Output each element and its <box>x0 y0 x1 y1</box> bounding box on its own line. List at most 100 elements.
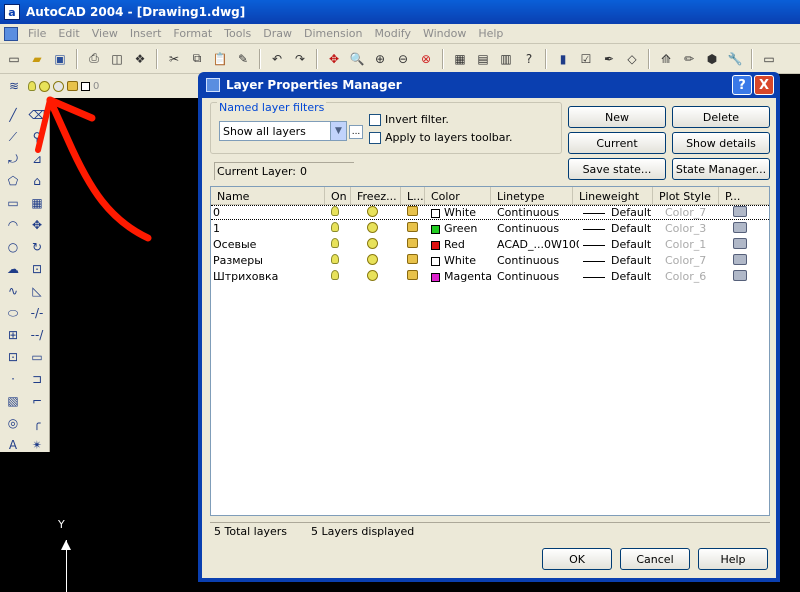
plot-cell[interactable] <box>725 221 769 236</box>
menu-help[interactable]: Help <box>472 27 509 40</box>
design-center-icon[interactable]: ▤ <box>473 49 493 69</box>
invert-filter-checkbox[interactable]: Invert filter. <box>369 113 449 126</box>
plot-preview-icon[interactable]: ◫ <box>107 49 127 69</box>
trim-icon[interactable]: -/- <box>28 304 46 322</box>
column-lock[interactable]: L... <box>401 187 425 205</box>
column-color[interactable]: Color <box>425 187 491 205</box>
linetype-cell[interactable]: Continuous <box>497 254 579 267</box>
color-cell[interactable]: Magenta <box>431 270 497 283</box>
insert-block-icon[interactable]: ⊞ <box>4 326 22 344</box>
help-button[interactable]: Help <box>698 548 768 570</box>
lock-cell[interactable] <box>407 206 431 219</box>
fill-icon[interactable]: ⬢ <box>702 49 722 69</box>
linetype-cell[interactable]: Continuous <box>497 222 579 235</box>
fillet-icon[interactable]: ╭ <box>28 414 46 432</box>
menu-view[interactable]: View <box>86 27 124 40</box>
new-button[interactable]: New <box>568 106 666 128</box>
layer-row[interactable]: Осевые Red ACAD_...0W100 Default Color_1 <box>211 237 769 252</box>
column-freeze[interactable]: Freez... <box>351 187 401 205</box>
lineweight-cell[interactable]: Default <box>579 222 659 235</box>
construction-line-icon[interactable]: ⟋ <box>4 128 22 146</box>
layer-row[interactable]: Размеры White Continuous Default Color_7 <box>211 253 769 268</box>
lock-cell[interactable] <box>407 222 431 235</box>
menu-window[interactable]: Window <box>417 27 472 40</box>
plot-cell[interactable] <box>725 205 769 220</box>
light-bulb-icon[interactable] <box>331 206 339 216</box>
checkbox-icon[interactable] <box>369 113 381 126</box>
join-icon[interactable]: ⊐ <box>28 370 46 388</box>
markup-icon[interactable]: ? <box>519 49 539 69</box>
stretch-icon[interactable]: ◺ <box>28 282 46 300</box>
line-icon[interactable]: ╱ <box>4 106 22 124</box>
ok-button[interactable]: OK <box>542 548 612 570</box>
linetype-cell[interactable]: Continuous <box>497 270 579 283</box>
stop-icon[interactable]: ⊗ <box>416 49 436 69</box>
column-name[interactable]: Name <box>211 187 325 205</box>
pen-icon[interactable]: ✒ <box>599 49 619 69</box>
explode-icon[interactable]: ✴ <box>28 436 46 454</box>
lock-icon[interactable] <box>407 270 418 280</box>
save-state-button[interactable]: Save state... <box>568 158 666 180</box>
light-bulb-icon[interactable] <box>331 222 339 232</box>
show-details-button[interactable]: Show details <box>672 132 770 154</box>
color-cell[interactable]: Red <box>431 238 497 251</box>
apply-toolbar-checkbox[interactable]: Apply to layers toolbar. <box>369 131 512 144</box>
light-bulb-icon[interactable] <box>331 254 339 264</box>
new-file-icon[interactable]: ▭ <box>4 49 24 69</box>
revision-cloud-icon[interactable]: ☁ <box>4 260 22 278</box>
spline-icon[interactable]: ∿ <box>4 282 22 300</box>
linetype-cell[interactable]: Continuous <box>497 206 579 219</box>
column-linetype[interactable]: Linetype <box>491 187 573 205</box>
printer-icon[interactable] <box>733 253 747 265</box>
freeze-sun-icon[interactable] <box>367 221 378 233</box>
zoom-previous-icon[interactable]: ⊖ <box>393 49 413 69</box>
tools-icon[interactable]: 🔧 <box>725 49 745 69</box>
layer-row[interactable]: 1 Green Continuous Default Color_3 <box>211 221 769 236</box>
layer-properties-manager-icon[interactable]: ≋ <box>4 76 24 96</box>
layer-row[interactable]: 0 White Continuous Default Color_7 <box>211 205 769 220</box>
freeze-cell[interactable] <box>357 237 407 252</box>
on-cell[interactable] <box>331 254 357 267</box>
scale-icon[interactable]: ⊡ <box>28 260 46 278</box>
checkbox-icon[interactable] <box>369 131 381 144</box>
color-cell[interactable]: Green <box>431 222 497 235</box>
lock-cell[interactable] <box>407 270 431 283</box>
publish-icon[interactable]: ❖ <box>130 49 150 69</box>
filter-select[interactable]: Show all layers ▼ <box>219 121 347 141</box>
menu-dimension[interactable]: Dimension <box>298 27 368 40</box>
filter-browse-button[interactable]: ... <box>349 125 363 139</box>
save-icon[interactable]: ▣ <box>50 49 70 69</box>
column-plot-style[interactable]: Plot Style <box>653 187 719 205</box>
make-block-icon[interactable]: ⊡ <box>4 348 22 366</box>
lineweight-cell[interactable]: Default <box>579 254 659 267</box>
linetype-cell[interactable]: ACAD_...0W100 <box>497 238 579 251</box>
freeze-sun-icon[interactable] <box>367 237 378 249</box>
extend-icon[interactable]: --/ <box>28 326 46 344</box>
menu-edit[interactable]: Edit <box>52 27 85 40</box>
delete-button[interactable]: Delete <box>672 106 770 128</box>
menu-insert[interactable]: Insert <box>124 27 168 40</box>
light-bulb-icon[interactable] <box>331 270 339 280</box>
undo-icon[interactable]: ↶ <box>267 49 287 69</box>
printer-icon[interactable] <box>733 221 747 233</box>
check-icon[interactable]: ☑ <box>576 49 596 69</box>
column-plot[interactable]: P... <box>719 187 769 205</box>
column-lineweight[interactable]: Lineweight <box>573 187 653 205</box>
lineweight-cell[interactable]: Default <box>579 206 659 219</box>
polygon-icon[interactable]: ⬠ <box>4 172 22 190</box>
on-cell[interactable] <box>331 238 357 251</box>
freeze-cell[interactable] <box>357 221 407 236</box>
close-button[interactable]: X <box>754 75 774 95</box>
menu-draw[interactable]: Draw <box>257 27 298 40</box>
plot-cell[interactable] <box>725 253 769 268</box>
freeze-sun-icon[interactable] <box>367 253 378 265</box>
cut-icon[interactable]: ✂ <box>164 49 184 69</box>
color-cell[interactable]: White <box>431 254 497 267</box>
printer-icon[interactable] <box>733 237 747 249</box>
on-cell[interactable] <box>331 222 357 235</box>
pan-icon[interactable]: ✥ <box>324 49 344 69</box>
freeze-cell[interactable] <box>357 269 407 284</box>
match-properties-icon[interactable]: ✎ <box>233 49 253 69</box>
polyline-icon[interactable]: ⤾ <box>4 150 22 168</box>
lock-icon[interactable] <box>407 222 418 232</box>
